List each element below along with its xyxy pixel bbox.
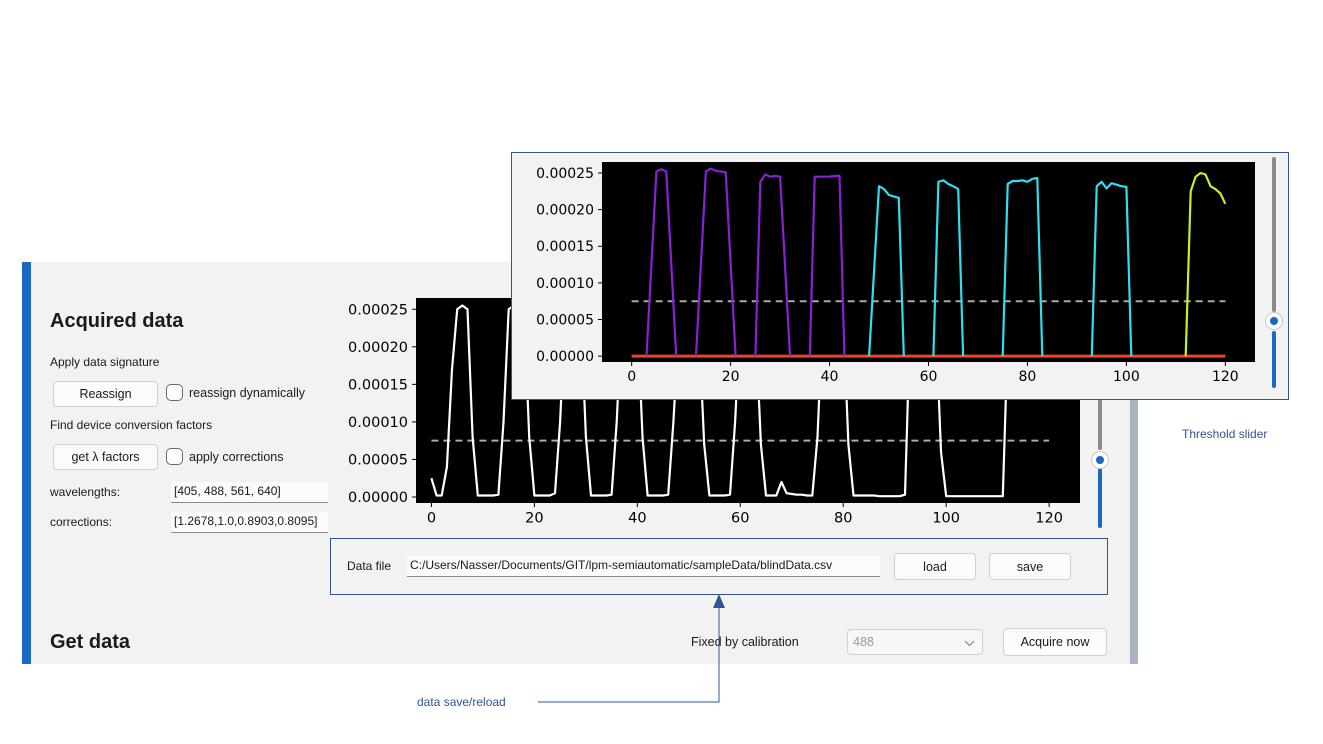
- corrections-field[interactable]: [1.2678,1.0,0.8903,0.8095]: [171, 512, 328, 533]
- zoom-slider-track-lower: [1272, 331, 1276, 388]
- zoom-chart-svg: 0.00000 0.00005 0.00010 0.00015 0.00020 0.000…: [536, 162, 1255, 385]
- x-tick-label: 20: [722, 369, 740, 385]
- y-tick-label: 0.00005: [536, 313, 594, 329]
- zoom-chart: 0.00000 0.00005 0.00010 0.00015 0.00020 0.000…: [523, 160, 1258, 392]
- y-tick-label: 0.00005: [348, 452, 408, 468]
- y-tick-label: 0.00010: [348, 415, 408, 431]
- y-tick-label: 0.00020: [536, 203, 594, 219]
- find-factors-label: Find device conversion factors: [50, 418, 213, 432]
- y-tick-label: 0.00010: [536, 276, 594, 292]
- x-tick-label: 20: [525, 511, 543, 527]
- x-tick-label: 0: [427, 511, 436, 527]
- get-data-title: Get data: [50, 631, 131, 653]
- threshold-slider-annotation: Threshold slider: [1182, 427, 1268, 441]
- reassign-dynamically-checkbox[interactable]: [166, 384, 183, 401]
- reassign-dynamically-label: reassign dynamically: [189, 386, 306, 400]
- zoom-slider-thumb[interactable]: [1265, 312, 1283, 330]
- annotation-connector-line: [538, 608, 720, 703]
- data-file-path-field[interactable]: C:/Users/Nasser/Documents/GIT/lpm-semiau…: [407, 556, 880, 577]
- arrow-up-icon: [713, 594, 725, 608]
- get-lambda-factors-button[interactable]: get λ factors: [53, 444, 158, 470]
- wavelengths-field[interactable]: [405, 488, 561, 640]: [171, 482, 328, 503]
- save-reload-annotation: data save/reload: [417, 695, 506, 709]
- data-file-label: Data file: [347, 559, 392, 573]
- y-tick-label: 0.00015: [536, 239, 594, 255]
- threshold-slider-track-upper: [1098, 395, 1102, 450]
- apply-corrections-checkbox[interactable]: [166, 448, 183, 465]
- x-tick-label: 60: [920, 369, 938, 385]
- threshold-slider-thumb[interactable]: [1091, 451, 1109, 469]
- y-tick-label: 0.00025: [536, 166, 594, 182]
- apply-signature-label: Apply data signature: [50, 355, 160, 369]
- wavelength-select-value: 488: [853, 635, 874, 649]
- x-tick-label: 40: [821, 369, 839, 385]
- corrections-label: corrections:: [50, 515, 113, 529]
- y-tick-label: 0.00000: [536, 349, 594, 365]
- save-button[interactable]: save: [989, 553, 1071, 580]
- x-tick-label: 80: [834, 511, 852, 527]
- threshold-slider-track-lower: [1098, 468, 1102, 528]
- y-tick-label: 0.00025: [348, 302, 408, 318]
- chevron-down-icon: [964, 640, 975, 647]
- wavelengths-label: wavelengths:: [50, 485, 121, 499]
- x-tick-label: 120: [1035, 511, 1063, 527]
- acquire-now-button[interactable]: Acquire now: [1003, 628, 1107, 656]
- x-tick-label: 80: [1019, 369, 1037, 385]
- y-tick-label: 0.00000: [348, 490, 408, 506]
- x-tick-label: 60: [731, 511, 749, 527]
- apply-corrections-label: apply corrections: [189, 450, 284, 464]
- window-accent-edge: [22, 262, 31, 664]
- acquired-data-title: Acquired data: [50, 310, 184, 332]
- reassign-button[interactable]: Reassign: [53, 381, 158, 407]
- annotation-connector: [538, 594, 725, 703]
- wavelength-select[interactable]: 488: [847, 629, 983, 655]
- x-tick-label: 100: [932, 511, 960, 527]
- x-tick-label: 0: [627, 369, 636, 385]
- load-button[interactable]: load: [894, 553, 976, 580]
- y-tick-label: 0.00020: [348, 340, 408, 356]
- zoom-slider-track-upper: [1272, 157, 1276, 312]
- x-tick-label: 120: [1212, 369, 1239, 385]
- x-tick-label: 100: [1113, 369, 1140, 385]
- y-tick-label: 0.00015: [348, 377, 408, 393]
- x-tick-label: 40: [628, 511, 646, 527]
